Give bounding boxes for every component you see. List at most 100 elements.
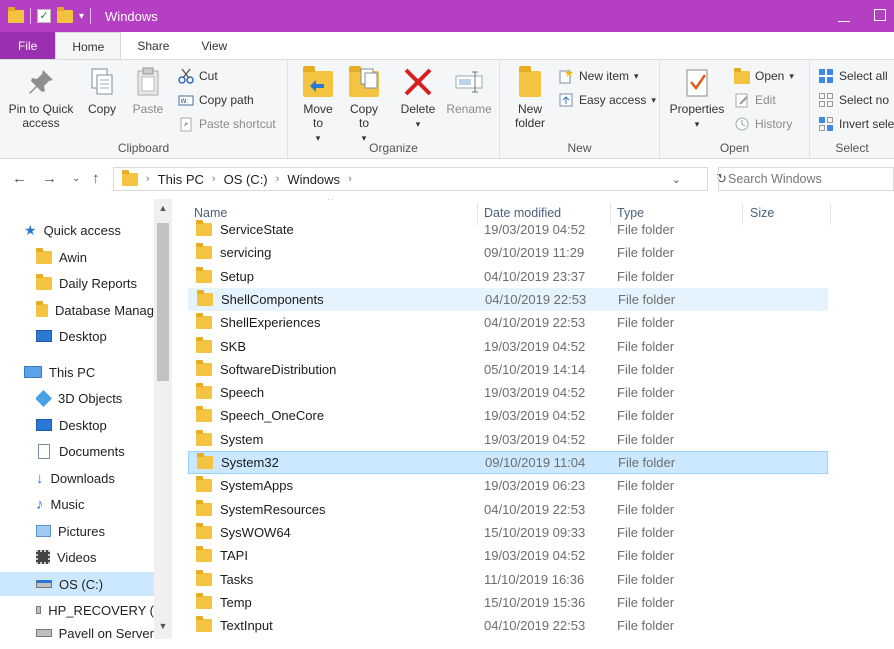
file-name: Tasks (220, 571, 254, 587)
easy-access-button[interactable]: Easy access ▾ (558, 92, 656, 108)
table-row[interactable]: Temp 15/10/2019 15:36 File folder (188, 591, 828, 614)
chevron-right-icon[interactable]: › (276, 173, 280, 185)
tab-view[interactable]: View (185, 32, 243, 59)
table-row[interactable]: TextInput 04/10/2019 22:53 File folder (188, 614, 828, 637)
scissors-icon (178, 68, 194, 84)
move-to-button[interactable]: Move to ▾ (298, 66, 338, 145)
open-folder-icon (734, 68, 750, 84)
scroll-down-icon[interactable]: ▼ (154, 621, 172, 631)
table-row[interactable]: SystemApps 19/03/2019 06:23 File folder (188, 474, 828, 497)
file-name-cell: SystemResources (196, 499, 325, 517)
nav-item-videos[interactable]: Videos (36, 545, 154, 569)
address-dropdown-chevron-icon[interactable]: ⌄ (672, 173, 681, 186)
table-row[interactable]: SoftwareDistribution 05/10/2019 14:14 File… (188, 358, 828, 381)
nav-this-pc[interactable]: This PC (24, 360, 154, 384)
quick-access-toolbar: ✓ ▾ (0, 0, 92, 32)
file-name: SoftwareDistribution (220, 361, 337, 377)
file-name-cell: TextInput (196, 616, 273, 633)
table-row[interactable]: ServiceState 19/03/2019 04:52 File folder (188, 218, 828, 241)
nav-item-hp-recovery[interactable]: HP_RECOVERY ( (36, 598, 154, 622)
new-folder-button[interactable]: New folder (508, 66, 552, 130)
chevron-right-icon[interactable]: › (348, 173, 352, 185)
breadcrumb-windows[interactable]: Windows (287, 172, 340, 187)
folder-icon (36, 247, 52, 264)
table-row[interactable]: SKB 19/03/2019 04:52 File folder (188, 335, 828, 358)
table-row[interactable]: System32 09/10/2019 11:04 File folder (188, 451, 828, 474)
nav-item-desktop-qa[interactable]: Desktop (36, 324, 154, 348)
rename-button[interactable]: Rename (444, 66, 494, 116)
copy-path-button[interactable]: W: Copy path (178, 92, 254, 108)
folder-icon (196, 429, 212, 446)
delete-button[interactable]: Delete ▾ (396, 66, 440, 131)
nav-item-daily-reports[interactable]: Daily Reports (36, 271, 154, 295)
table-row[interactable]: Setup 04/10/2019 23:37 File folder (188, 265, 828, 288)
breadcrumb-this-pc[interactable]: This PC (158, 172, 204, 187)
copy-button[interactable]: Copy (82, 66, 122, 116)
customize-toolbar-dropdown-icon[interactable]: ▾ (79, 11, 84, 22)
nav-item-music[interactable]: ♪ Music (36, 492, 154, 516)
table-row[interactable]: Speech 19/03/2019 04:52 File folder (188, 381, 828, 404)
recent-locations-chevron-icon[interactable]: ⌄ (72, 173, 80, 184)
tab-share[interactable]: Share (121, 32, 185, 59)
cut-button[interactable]: Cut (178, 68, 218, 84)
delete-x-icon (402, 66, 434, 98)
table-row[interactable]: Speech_OneCore 19/03/2019 04:52 File folde… (188, 404, 828, 427)
new-item-button[interactable]: New item ▾ (558, 68, 639, 84)
minimize-button[interactable] (838, 8, 850, 22)
nav-quick-access[interactable]: ★ Quick access (24, 218, 121, 242)
tab-file[interactable]: File (0, 32, 56, 59)
film-icon (36, 550, 50, 564)
tab-home[interactable]: Home (55, 32, 122, 60)
nav-item-desktop[interactable]: Desktop (36, 413, 154, 437)
nav-item-awin[interactable]: Awin (36, 245, 154, 269)
select-none-button[interactable]: Select no (818, 92, 889, 108)
nav-item-os-c[interactable]: OS (C:) (0, 572, 154, 596)
back-arrow-icon[interactable]: ← (12, 170, 27, 187)
table-row[interactable]: TAPI 19/03/2019 04:52 File folder (188, 544, 828, 567)
file-name-cell: servicing (196, 243, 271, 260)
type-cell: File folder (617, 268, 675, 284)
address-box[interactable]: › This PC › OS (C:) › Windows › ⌄ ↻ (113, 167, 727, 191)
table-row[interactable]: SysWOW64 15/10/2019 09:33 File folder (188, 521, 828, 544)
paste-shortcut-button[interactable]: Paste shortcut (178, 116, 276, 132)
svg-text:W:: W: (181, 98, 189, 105)
open-button[interactable]: Open ▾ (734, 68, 794, 84)
up-arrow-icon[interactable]: ↑ (92, 170, 100, 187)
chevron-right-icon[interactable]: › (212, 173, 216, 185)
properties-button[interactable]: Properties ▾ (666, 66, 728, 131)
breadcrumb-os-c[interactable]: OS (C:) (224, 172, 268, 187)
properties-check-icon[interactable]: ✓ (37, 9, 51, 23)
scroll-up-icon[interactable]: ▲ (154, 203, 172, 213)
column-divider[interactable] (830, 203, 831, 225)
edit-icon (734, 92, 750, 108)
table-row[interactable]: Tasks 11/10/2019 16:36 File folder (188, 568, 828, 591)
new-folder-icon[interactable] (57, 6, 73, 23)
scrollbar-thumb[interactable] (157, 223, 169, 381)
maximize-button[interactable] (874, 9, 886, 21)
nav-item-3d-objects[interactable]: 3D Objects (36, 386, 154, 410)
table-row[interactable]: System 19/03/2019 04:52 File folder (188, 428, 828, 451)
pin-to-quick-access-button[interactable]: Pin to Quick access (6, 66, 76, 130)
search-input[interactable]: Search Windows (718, 167, 894, 191)
table-row[interactable]: servicing 09/10/2019 11:29 File folder (188, 241, 828, 264)
table-row[interactable]: SystemResources 04/10/2019 22:53 File fold… (188, 498, 828, 521)
table-row[interactable]: ShellExperiences 04/10/2019 22:53 File fol… (188, 311, 828, 334)
nav-item-network-drive[interactable]: Pavell on Server (36, 626, 154, 640)
invert-selection-button[interactable]: Invert sele (818, 116, 894, 132)
nav-item-documents[interactable]: Documents (36, 439, 154, 463)
select-all-button[interactable]: Select all (818, 68, 888, 84)
paste-button[interactable]: Paste (128, 66, 168, 116)
forward-arrow-icon[interactable]: → (42, 170, 57, 187)
nav-scrollbar[interactable]: ▲ ▼ (154, 199, 172, 639)
organize-group: Move to ▾ Copy to ▾ Delete ▾ Rename Organiz… (288, 60, 500, 158)
edit-button[interactable]: Edit (734, 92, 776, 108)
table-row[interactable]: ShellComponents 04/10/2019 22:53 File fold… (188, 287, 828, 311)
history-button[interactable]: History (734, 116, 792, 132)
nav-item-pictures[interactable]: Pictures (36, 519, 154, 543)
copy-to-icon (348, 66, 380, 98)
copy-to-button[interactable]: Copy to ▾ (344, 66, 384, 145)
nav-item-downloads[interactable]: ↓ Downloads (36, 466, 154, 490)
file-name: TAPI (220, 548, 248, 564)
nav-item-database-manag[interactable]: Database Manag (36, 298, 154, 322)
chevron-right-icon[interactable]: › (146, 173, 150, 185)
